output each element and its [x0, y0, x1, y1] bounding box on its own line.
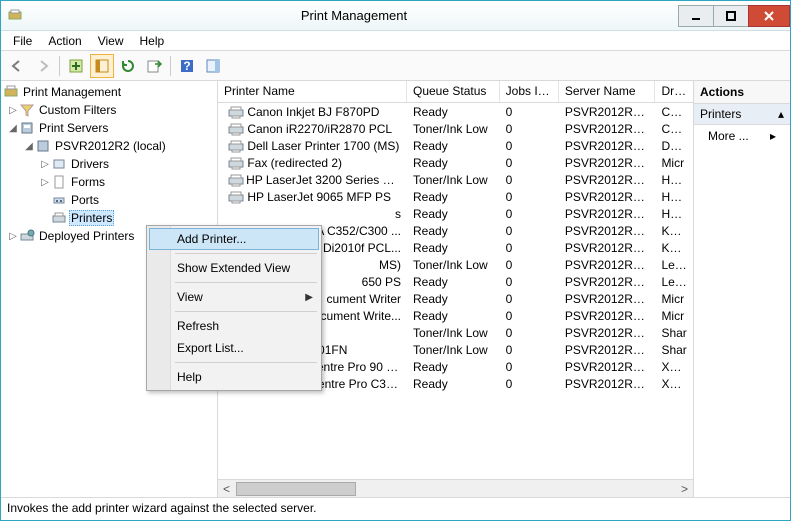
printer-icon [227, 105, 245, 119]
tb-add-button[interactable] [64, 54, 88, 78]
table-row[interactable]: sReady0PSVR2012R2 (l...HP L [218, 205, 693, 222]
app-icon [7, 8, 23, 24]
tree-server-node[interactable]: ◢ PSVR2012R2 (local) [3, 137, 217, 155]
actions-group-label: Printers [700, 107, 741, 121]
printers-icon [51, 210, 67, 226]
tree-custom-filters[interactable]: ▷ Custom Filters [3, 101, 217, 119]
tree-drivers[interactable]: ▷ Drivers [3, 155, 217, 173]
expander-icon[interactable]: ◢ [7, 123, 19, 134]
printer-icon [227, 139, 245, 153]
table-row[interactable]: HP LaserJet 9065 MFP PSReady0PSVR2012R2 … [218, 188, 693, 205]
expander-icon[interactable]: ▷ [7, 105, 19, 116]
minimize-button[interactable] [678, 5, 714, 27]
toolbar: ? [1, 51, 790, 81]
actions-more-label: More ... [708, 129, 749, 143]
nav-back-button[interactable] [5, 54, 29, 78]
cm-export-list[interactable]: Export List... [149, 337, 319, 359]
tb-panel-button[interactable] [90, 54, 114, 78]
submenu-arrow-icon: ▶ [305, 292, 313, 303]
table-row[interactable]: Canon Inkjet BJ F870PDReady0PSVR2012R2 (… [218, 103, 693, 120]
nav-forward-button[interactable] [31, 54, 55, 78]
table-row[interactable]: Fax (redirected 2)Ready0PSVR2012R2 (l...… [218, 154, 693, 171]
tb-export-button[interactable] [142, 54, 166, 78]
window-title: Print Management [29, 8, 679, 23]
scroll-left-arrow[interactable]: < [218, 480, 235, 497]
app-window: Print Management File Action View Help ? [0, 0, 791, 521]
table-row[interactable]: Canon iR2270/iR2870 PCLToner/Ink Low0PSV… [218, 120, 693, 137]
cm-extended-view[interactable]: Show Extended View [149, 257, 319, 279]
cm-help[interactable]: Help [149, 366, 319, 388]
close-button[interactable] [748, 5, 790, 27]
col-driver[interactable]: Drive [655, 81, 693, 102]
tree-forms[interactable]: ▷ Forms [3, 173, 217, 191]
tree-ports[interactable]: Ports [3, 191, 217, 209]
deployed-icon [19, 228, 35, 244]
context-menu: Add Printer... Show Extended View View▶ … [146, 225, 322, 391]
scroll-thumb[interactable] [236, 482, 356, 496]
actions-more[interactable]: More ... ▸ [694, 125, 790, 147]
cm-refresh[interactable]: Refresh [149, 315, 319, 337]
server-icon [19, 120, 35, 136]
col-server-name[interactable]: Server Name [559, 81, 656, 102]
collapse-icon: ▴ [778, 107, 784, 121]
tb-refresh-button[interactable] [116, 54, 140, 78]
col-printer-name[interactable]: Printer Name [218, 81, 407, 102]
drivers-icon [51, 156, 67, 172]
maximize-button[interactable] [713, 5, 749, 27]
menu-file[interactable]: File [7, 32, 38, 50]
actions-group-printers[interactable]: Printers ▴ [694, 104, 790, 125]
printer-icon [227, 156, 245, 170]
tree-root[interactable]: Print Management [3, 83, 217, 101]
printmgmt-icon [3, 84, 19, 100]
filter-icon [19, 102, 35, 118]
actions-pane: Actions Printers ▴ More ... ▸ [694, 81, 790, 497]
statusbar: Invokes the add printer wizard against t… [1, 498, 790, 520]
menu-action[interactable]: Action [42, 32, 87, 50]
table-row[interactable]: Dell Laser Printer 1700 (MS)Ready0PSVR20… [218, 137, 693, 154]
scroll-right-arrow[interactable]: > [676, 480, 693, 497]
expander-icon[interactable]: ◢ [23, 141, 35, 152]
forms-icon [51, 174, 67, 190]
printer-icon [227, 190, 245, 204]
cm-view[interactable]: View▶ [149, 286, 319, 308]
actions-header: Actions [694, 81, 790, 104]
svg-text:?: ? [183, 59, 190, 73]
menubar: File Action View Help [1, 31, 790, 51]
tb-help-button[interactable]: ? [175, 54, 199, 78]
printer-icon [227, 122, 245, 136]
tb-actions-pane-button[interactable] [201, 54, 225, 78]
ports-icon [51, 192, 67, 208]
expander-icon[interactable]: ▷ [39, 177, 51, 188]
chevron-right-icon: ▸ [770, 129, 776, 143]
col-queue-status[interactable]: Queue Status [407, 81, 500, 102]
server-icon [35, 138, 51, 154]
printer-icon [227, 173, 244, 187]
expander-icon[interactable]: ▷ [39, 159, 51, 170]
menu-view[interactable]: View [92, 32, 130, 50]
titlebar: Print Management [1, 1, 790, 31]
cm-add-printer[interactable]: Add Printer... [149, 228, 319, 250]
menu-help[interactable]: Help [134, 32, 171, 50]
col-jobs[interactable]: Jobs In ... [500, 81, 559, 102]
table-row[interactable]: HP LaserJet 3200 Series PCL6Toner/Ink Lo… [218, 171, 693, 188]
tree-print-servers[interactable]: ◢ Print Servers [3, 119, 217, 137]
expander-icon[interactable]: ▷ [7, 231, 19, 242]
body: Print Management ▷ Custom Filters ◢ Prin… [1, 81, 790, 498]
horizontal-scrollbar[interactable]: < > [218, 479, 693, 497]
list-header: Printer Name Queue Status Jobs In ... Se… [218, 81, 693, 103]
